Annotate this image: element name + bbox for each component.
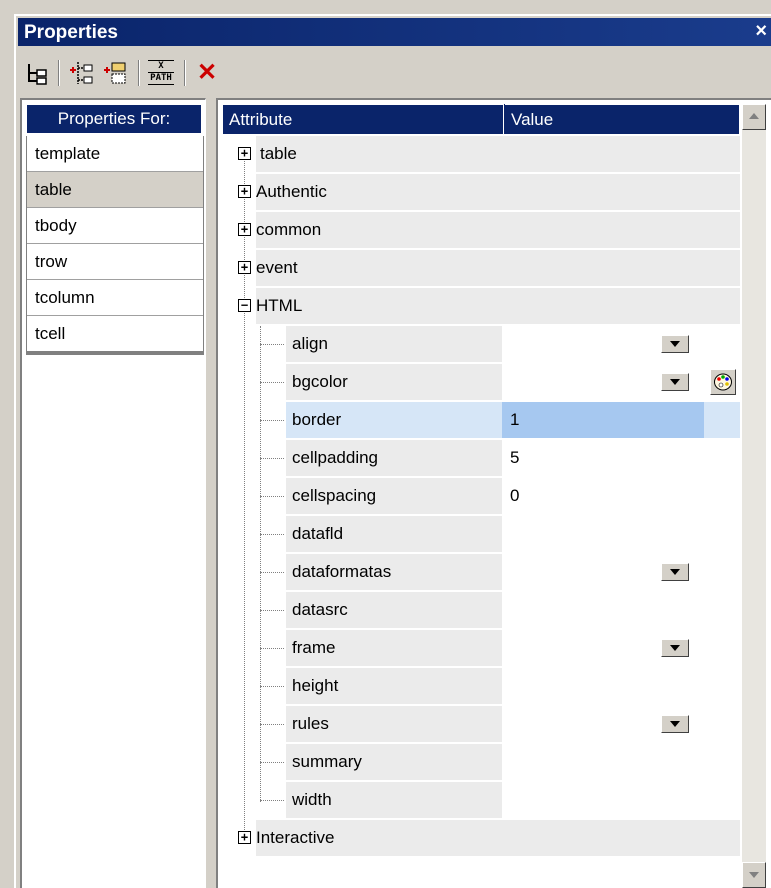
attr-name: summary [286, 744, 502, 780]
attr-name: datasrc [286, 592, 502, 628]
group-row-authentic[interactable]: + Authentic [222, 174, 740, 212]
add-child-button[interactable] [66, 58, 96, 88]
attr-row-datafld[interactable]: datafld [222, 516, 740, 554]
tree-view-button[interactable] [22, 58, 52, 88]
group-label: table [256, 136, 740, 172]
properties-for-panel: Properties For: template table tbody tro… [20, 98, 206, 888]
add-sibling-icon [104, 62, 126, 84]
list-item-trow[interactable]: trow [27, 244, 203, 280]
column-header-value[interactable]: Value [505, 104, 740, 134]
html-children: align bgcolor border 1 cellpadding 5 cel… [222, 326, 740, 820]
attr-row-align[interactable]: align [222, 326, 740, 364]
group-row-event[interactable]: + event [222, 250, 740, 288]
attribute-grid-panel: Attribute Value + table + Authentic + co… [216, 98, 771, 888]
expand-icon[interactable]: + [238, 185, 251, 198]
attr-row-datasrc[interactable]: datasrc [222, 592, 740, 630]
column-header-attribute[interactable]: Attribute [222, 104, 504, 134]
toolbar: X PATH ✕ [18, 50, 771, 94]
dropdown-icon[interactable] [661, 563, 689, 581]
toolbar-separator [58, 60, 60, 86]
attr-value[interactable]: 0 [502, 478, 704, 514]
palette-icon [714, 373, 732, 391]
toolbar-separator [138, 60, 140, 86]
dropdown-icon[interactable] [661, 373, 689, 391]
grid-header: Attribute Value [222, 104, 740, 134]
tree-view-icon [28, 64, 47, 85]
delete-icon: ✕ [196, 59, 218, 86]
scroll-down-icon[interactable] [742, 862, 766, 888]
expand-icon[interactable]: + [238, 831, 251, 844]
group-label: Interactive [256, 820, 740, 856]
attr-row-cellspacing[interactable]: cellspacing 0 [222, 478, 740, 516]
expand-icon[interactable]: + [238, 223, 251, 236]
attr-name: rules [286, 706, 502, 742]
properties-for-header: Properties For: [26, 104, 202, 134]
group-label: event [256, 250, 740, 286]
list-item-tcell[interactable]: tcell [27, 316, 203, 354]
attr-name: height [286, 668, 502, 704]
list-item-template[interactable]: template [27, 136, 203, 172]
attr-row-cellpadding[interactable]: cellpadding 5 [222, 440, 740, 478]
attr-row-height[interactable]: height [222, 668, 740, 706]
attr-name: border [286, 402, 502, 438]
scroll-up-icon[interactable] [742, 104, 766, 130]
close-icon[interactable]: × [755, 20, 767, 43]
vertical-scrollbar[interactable] [742, 104, 766, 888]
attr-name: dataformatas [286, 554, 502, 590]
attr-value[interactable] [502, 516, 704, 552]
expand-icon[interactable]: + [238, 261, 251, 274]
attr-value[interactable] [502, 668, 704, 704]
properties-for-list: template table tbody trow tcolumn tcell [26, 136, 204, 355]
attr-row-summary[interactable]: summary [222, 744, 740, 782]
attr-row-border[interactable]: border 1 [222, 402, 740, 440]
list-item-table[interactable]: table [27, 172, 203, 208]
attr-row-width[interactable]: width [222, 782, 740, 820]
delete-button[interactable]: ✕ [192, 58, 222, 88]
xpath-icon: X PATH [148, 60, 174, 86]
xpath-button[interactable]: X PATH [146, 58, 176, 88]
collapse-icon[interactable]: − [238, 299, 251, 312]
attr-name: bgcolor [286, 364, 502, 400]
attr-name: datafld [286, 516, 502, 552]
attr-value[interactable]: 1 [502, 402, 704, 438]
group-row-common[interactable]: + common [222, 212, 740, 250]
attr-row-bgcolor[interactable]: bgcolor [222, 364, 740, 402]
color-palette-button[interactable] [710, 369, 736, 395]
list-item-tcolumn[interactable]: tcolumn [27, 280, 203, 316]
attr-name: frame [286, 630, 502, 666]
list-item-tbody[interactable]: tbody [27, 208, 203, 244]
attr-name: align [286, 326, 502, 362]
add-child-icon [70, 62, 93, 84]
dropdown-icon[interactable] [661, 335, 689, 353]
attr-row-frame[interactable]: frame [222, 630, 740, 668]
dropdown-icon[interactable] [661, 639, 689, 657]
properties-window: Properties × X PATH ✕ Properties For: te… [0, 0, 771, 888]
expand-icon[interactable]: + [238, 147, 251, 160]
attr-name: cellspacing [286, 478, 502, 514]
group-label: HTML [256, 288, 740, 324]
window-title: Properties [24, 22, 118, 43]
attr-value[interactable] [502, 592, 704, 628]
toolbar-separator [184, 60, 186, 86]
attr-value[interactable] [502, 782, 704, 818]
group-row-table[interactable]: + table [222, 136, 740, 174]
attr-row-dataformatas[interactable]: dataformatas [222, 554, 740, 592]
attr-value[interactable]: 5 [502, 440, 704, 476]
add-sibling-button[interactable] [100, 58, 130, 88]
attr-name: width [286, 782, 502, 818]
attr-name: cellpadding [286, 440, 502, 476]
title-bar[interactable]: Properties × [18, 18, 771, 46]
attr-row-rules[interactable]: rules [222, 706, 740, 744]
dropdown-icon[interactable] [661, 715, 689, 733]
attribute-rows: + table + Authentic + common + event − H… [222, 136, 740, 858]
group-label: Authentic [256, 174, 740, 210]
group-row-html[interactable]: − HTML [222, 288, 740, 326]
attr-value[interactable] [502, 744, 704, 780]
group-label: common [256, 212, 740, 248]
group-row-interactive[interactable]: + Interactive [222, 820, 740, 858]
